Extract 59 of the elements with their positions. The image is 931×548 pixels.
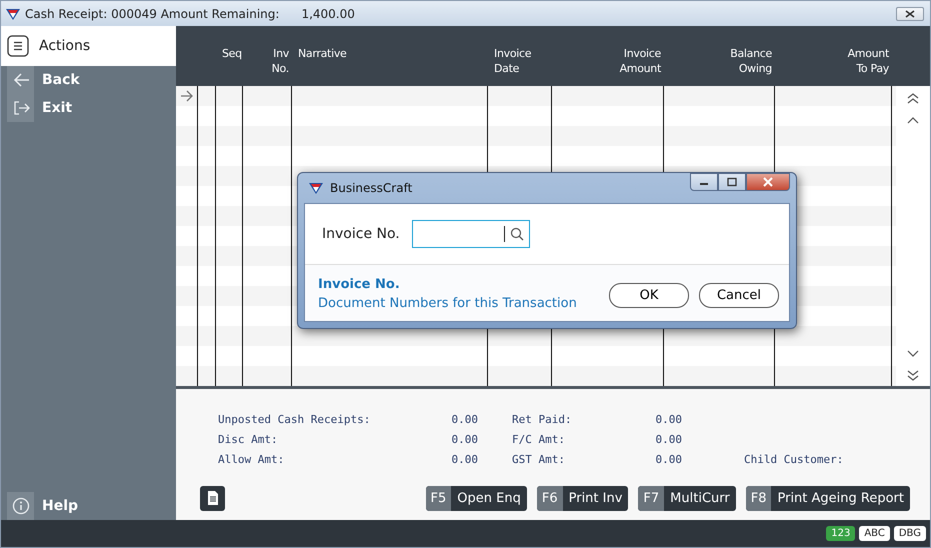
sidebar-item[interactable]: Help bbox=[1, 492, 176, 520]
function-key-button[interactable]: F8 Print Ageing Report bbox=[746, 486, 910, 510]
status-indicator: DBG bbox=[894, 526, 926, 541]
field-value: 0.00 bbox=[450, 432, 478, 446]
column-header: Inv No. bbox=[270, 46, 289, 76]
status-indicator: ABC bbox=[859, 526, 890, 541]
column-header: Amount To Pay bbox=[846, 46, 889, 76]
close-button[interactable] bbox=[896, 6, 924, 20]
field-label: F/C Amt: bbox=[512, 432, 566, 446]
field-label: Invoice No. bbox=[322, 226, 400, 242]
field-label: Disc Amt: bbox=[218, 432, 279, 446]
sidebar-item[interactable]: Back bbox=[1, 66, 176, 94]
function-key-button[interactable]: F5 Open Enq bbox=[426, 486, 527, 510]
exit-icon bbox=[12, 99, 30, 117]
close-icon bbox=[762, 177, 774, 187]
field-value: 0.00 bbox=[654, 432, 682, 446]
search-icon bbox=[510, 227, 524, 241]
close-icon bbox=[905, 10, 915, 18]
logo-icon bbox=[308, 181, 324, 195]
row-arrow-icon bbox=[180, 90, 194, 102]
maximize-icon bbox=[726, 177, 738, 187]
document-button[interactable] bbox=[200, 486, 225, 510]
sidebar-item[interactable]: Exit bbox=[1, 94, 176, 122]
ok-button[interactable]: OK bbox=[609, 283, 689, 308]
hint-text: Document Numbers for this Transaction bbox=[318, 295, 578, 313]
hint-title: Invoice No. bbox=[318, 276, 401, 294]
function-key-button[interactable]: F6 Print Inv bbox=[536, 486, 628, 510]
close-button[interactable] bbox=[746, 173, 790, 191]
info-icon bbox=[12, 497, 30, 515]
scroll-bottom-icon[interactable] bbox=[906, 370, 920, 382]
minimize-button[interactable] bbox=[690, 173, 718, 191]
field-label: GST Amt: bbox=[512, 452, 566, 466]
cancel-button[interactable]: Cancel bbox=[699, 283, 779, 308]
field-value: 0.00 bbox=[654, 452, 682, 466]
column-header: Invoice Date bbox=[494, 46, 532, 76]
column-header: Balance Owing bbox=[729, 46, 772, 76]
field-label: Allow Amt: bbox=[218, 452, 286, 466]
field-value: 0.00 bbox=[654, 412, 682, 426]
scroll-top-icon[interactable] bbox=[906, 92, 920, 104]
maximize-button[interactable] bbox=[718, 173, 746, 191]
field-label: Child Customer: bbox=[744, 452, 844, 466]
arrow-left-icon bbox=[12, 71, 30, 89]
status-indicator: 123 bbox=[826, 526, 856, 541]
dialog-title: BusinessCraft bbox=[330, 181, 414, 195]
function-key-button[interactable]: F7 MultiCurr bbox=[638, 486, 736, 510]
invoice-number-field[interactable] bbox=[412, 220, 530, 248]
amount-remaining: 1,400.00 bbox=[301, 6, 355, 20]
field-label: Unposted Cash Receipts: bbox=[218, 412, 372, 426]
menu-icon bbox=[7, 35, 29, 57]
column-header: Narrative bbox=[298, 46, 348, 61]
column-header: Seq bbox=[222, 46, 243, 61]
field-value: 0.00 bbox=[450, 412, 478, 426]
document-icon bbox=[206, 490, 218, 506]
sidebar-header: Actions bbox=[39, 38, 90, 54]
field-label: Ret Paid: bbox=[512, 412, 573, 426]
column-header: Invoice Amount bbox=[618, 46, 661, 76]
window-title: Cash Receipt: 000049 Amount Remaining: bbox=[25, 6, 280, 20]
logo-icon bbox=[5, 6, 21, 20]
field-value: 0.00 bbox=[450, 452, 478, 466]
